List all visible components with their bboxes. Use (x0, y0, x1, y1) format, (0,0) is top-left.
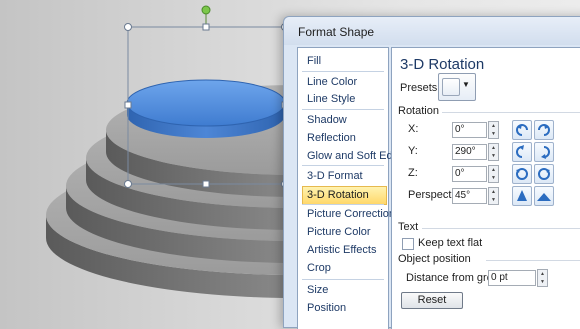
rotate-right-button[interactable] (534, 120, 554, 140)
x-rotation-label: X: (408, 123, 419, 135)
nav-item-glow-soft-edges[interactable]: Glow and Soft Edges (303, 148, 410, 165)
nav-item-fill[interactable]: Fill (303, 53, 386, 70)
nav-item-picture-corrections[interactable]: Picture Corrections (303, 206, 401, 223)
nav-item-position[interactable]: Position (303, 300, 386, 317)
rotate-left-button[interactable] (512, 120, 532, 140)
resize-handle-top (202, 23, 210, 31)
keep-text-flat-checkbox[interactable] (402, 238, 414, 250)
format-shape-dialog: Format Shape Fill Line Color Line Style … (283, 16, 580, 329)
x-rotation-spinner[interactable]: ▲ ▼ (488, 121, 499, 139)
perspective-spinner[interactable]: ▲ ▼ (488, 187, 499, 205)
rotate-counterclockwise-icon (516, 168, 528, 180)
rotate-clockwise-icon (538, 168, 550, 180)
chevron-down-icon: ▼ (462, 80, 470, 89)
nav-item-3d-rotation[interactable]: 3-D Rotation (302, 186, 387, 205)
dialog-title-bar[interactable]: Format Shape (284, 17, 580, 45)
dialog-title: Format Shape (298, 25, 375, 39)
rotate-clockwise-button[interactable] (534, 164, 554, 184)
rotate-counterclockwise-button[interactable] (512, 164, 532, 184)
reset-button[interactable]: Reset (401, 292, 463, 309)
rotate-down-icon (541, 146, 550, 159)
keep-text-flat-label: Keep text flat (418, 237, 483, 249)
text-section-header: Text (398, 221, 419, 233)
widen-perspective-button[interactable] (534, 186, 554, 206)
x-rotation-input[interactable]: 0° (452, 122, 487, 138)
presets-dropdown[interactable]: ▼ (438, 73, 476, 101)
rotate-down-button[interactable] (534, 142, 554, 162)
nav-item-picture-color[interactable]: Picture Color (303, 224, 386, 241)
panel-title: 3-D Rotation (400, 56, 485, 73)
section-divider (442, 112, 580, 113)
blue-disc (126, 79, 286, 138)
resize-handle-bottom (202, 180, 210, 188)
rotate-up-icon (516, 145, 524, 158)
nav-item-line-color[interactable]: Line Color (303, 74, 386, 91)
nav-item-crop[interactable]: Crop (303, 260, 386, 277)
preset-swatch (442, 78, 460, 96)
nav-item-reflection[interactable]: Reflection (303, 130, 386, 147)
nav-separator (302, 71, 384, 72)
nav-item-line-style[interactable]: Line Style (303, 91, 386, 108)
nav-separator (302, 279, 384, 280)
narrow-perspective-button[interactable] (512, 186, 532, 206)
nav-item-artistic-effects[interactable]: Artistic Effects (303, 242, 386, 259)
narrow-field-icon (517, 190, 527, 201)
nav-separator (302, 204, 384, 205)
y-rotation-label: Y: (408, 145, 418, 157)
perspective-input[interactable]: 45° (452, 188, 487, 204)
settings-panel: 3-D Rotation Presets: ▼ Rotation X: 0° ▲… (391, 47, 580, 329)
rotate-left-icon (516, 124, 528, 136)
distance-spinner[interactable]: ▲ ▼ (537, 269, 548, 287)
rotate-up-button[interactable] (512, 142, 532, 162)
rotate-right-icon (538, 124, 550, 136)
widen-field-icon (537, 193, 551, 201)
section-divider (422, 228, 580, 229)
rotation-handle (201, 5, 211, 15)
nav-item-size[interactable]: Size (303, 282, 386, 299)
category-nav: Fill Line Color Line Style Shadow Reflec… (297, 47, 410, 329)
section-divider (486, 260, 580, 261)
object-position-section-header: Object position (398, 253, 471, 265)
nav-separator (302, 109, 384, 110)
y-rotation-spinner[interactable]: ▲ ▼ (488, 143, 499, 161)
nav-item-3d-format[interactable]: 3-D Format (303, 168, 386, 185)
rotation-section-header: Rotation (398, 105, 439, 117)
z-rotation-label: Z: (408, 167, 418, 179)
distance-from-ground-input[interactable]: 0 pt (488, 270, 536, 286)
presets-label: Presets: (400, 82, 441, 94)
resize-handle-bottom-left (124, 180, 132, 188)
z-rotation-spinner[interactable]: ▲ ▼ (488, 165, 499, 183)
resize-handle-top-left (124, 23, 132, 31)
nav-separator (302, 165, 384, 166)
nav-item-shadow[interactable]: Shadow (303, 112, 386, 129)
resize-handle-left (124, 101, 132, 109)
z-rotation-input[interactable]: 0° (452, 166, 487, 182)
y-rotation-input[interactable]: 290° (452, 144, 487, 160)
